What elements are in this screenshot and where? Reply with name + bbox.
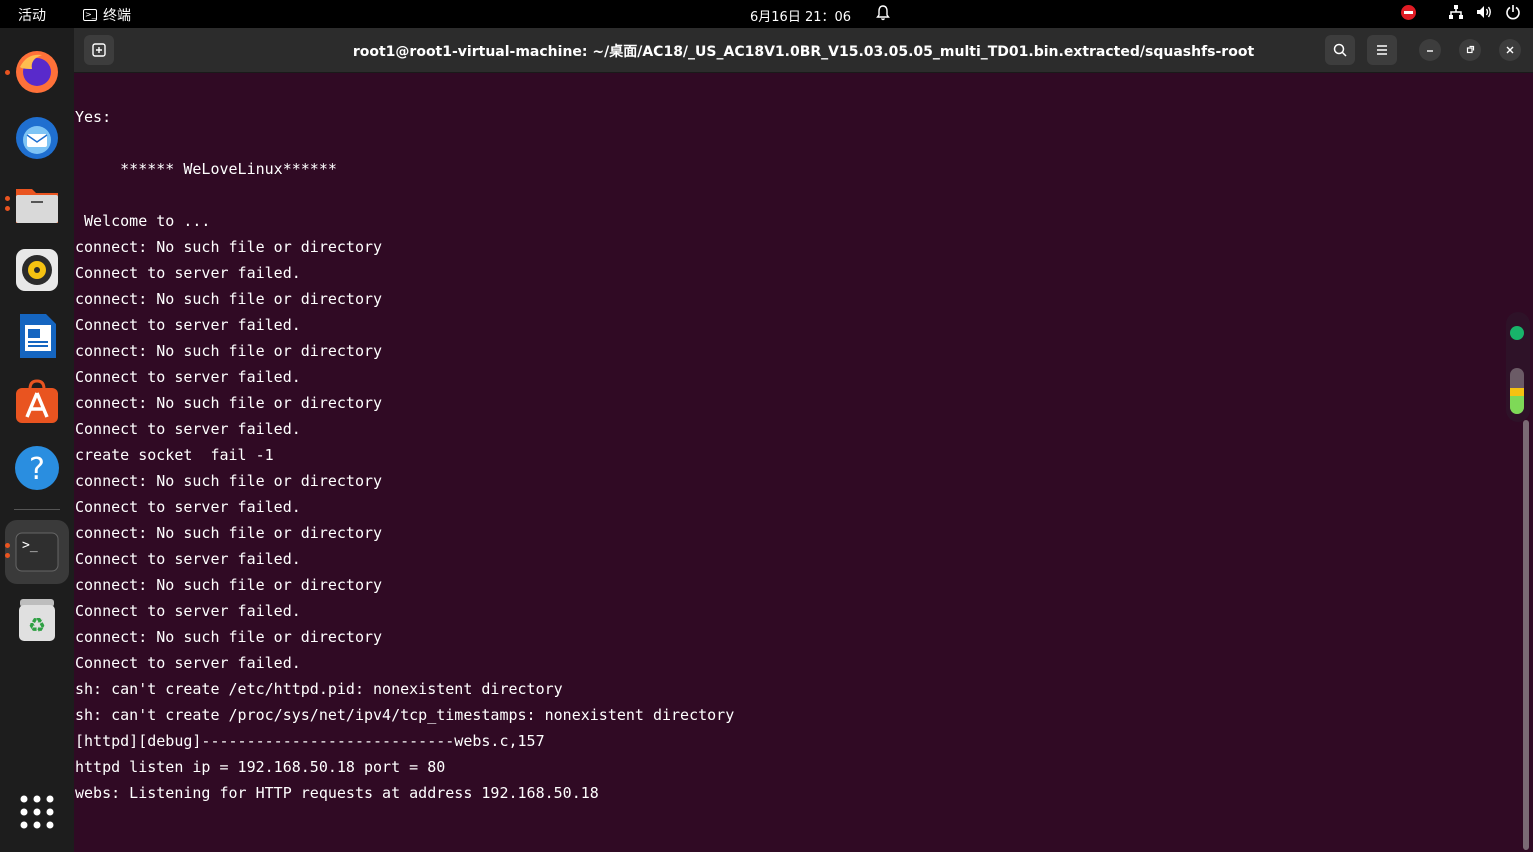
terminal-line: connect: No such file or directory — [75, 238, 383, 256]
search-button[interactable] — [1325, 35, 1355, 65]
app-menu-label: 终端 — [103, 8, 131, 24]
floating-indicator-widget[interactable] — [1506, 312, 1530, 422]
terminal-line: sh: can't create /proc/sys/net/ipv4/tcp_… — [75, 706, 735, 724]
maximize-button[interactable] — [1459, 39, 1481, 61]
running-indicator — [5, 206, 10, 211]
top-bar: 活动 >_ 终端 6月16日 21：06 — [0, 0, 1533, 28]
svg-text:>_: >_ — [22, 538, 38, 553]
window-header: root1@root1-virtual-machine: ~/桌面/AC18/_… — [74, 28, 1533, 73]
terminal-line: httpd listen ip = 192.168.50.18 port = 8… — [75, 758, 446, 776]
minimize-icon — [1427, 50, 1433, 52]
terminal-line: ****** WeLoveLinux****** — [75, 160, 337, 178]
power-icon — [1506, 5, 1520, 20]
search-icon — [1333, 43, 1347, 57]
help-icon[interactable]: ? — [12, 443, 62, 493]
terminal-line: Welcome to ... — [75, 212, 211, 230]
clock[interactable]: 6月16日 21：06 — [750, 6, 851, 25]
do-not-disturb-icon — [1401, 4, 1416, 20]
dock: ? >_ ♻ — [0, 28, 74, 852]
running-indicator — [5, 543, 10, 548]
terminal-line: connect: No such file or directory — [75, 290, 383, 308]
terminal-line: connect: No such file or directory — [75, 394, 383, 412]
trash-icon[interactable]: ♻ — [12, 595, 62, 645]
notification-bell-icon — [876, 5, 890, 21]
window-title: root1@root1-virtual-machine: ~/桌面/AC18/_… — [352, 44, 1255, 60]
terminal-line: Connect to server failed. — [75, 368, 301, 386]
svg-text:♻: ♻ — [28, 613, 46, 637]
terminal-line: connect: No such file or directory — [75, 472, 383, 490]
dock-separator — [14, 509, 60, 510]
firefox-icon[interactable] — [12, 47, 62, 97]
terminal-line: Connect to server failed. — [75, 602, 301, 620]
running-indicator — [5, 196, 10, 201]
restore-icon — [1466, 45, 1475, 54]
close-icon — [1506, 46, 1514, 54]
terminal-line: Yes: — [75, 108, 112, 126]
terminal-line: [httpd][debug]--------------------------… — [75, 732, 545, 750]
minimize-button[interactable] — [1419, 39, 1441, 61]
running-indicator — [5, 70, 10, 75]
close-button[interactable] — [1499, 39, 1521, 61]
terminal-line: Connect to server failed. — [75, 550, 301, 568]
terminal-line: Connect to server failed. — [75, 420, 301, 438]
terminal-line: Connect to server failed. — [75, 498, 301, 516]
thunderbird-icon[interactable] — [12, 113, 62, 163]
volume-icon — [1477, 6, 1491, 18]
activities-button[interactable]: 活动 — [18, 5, 46, 25]
terminal-line: connect: No such file or directory — [75, 342, 383, 360]
files-icon[interactable] — [12, 179, 62, 229]
terminal-output[interactable]: Yes: ****** WeLoveLinux****** Welcome to… — [74, 73, 1520, 852]
terminal-line: Connect to server failed. — [75, 264, 301, 282]
hamburger-menu-icon — [1377, 45, 1387, 55]
app-center-icon[interactable] — [12, 377, 62, 427]
terminal-line: connect: No such file or directory — [75, 576, 383, 594]
terminal-small-icon: >_ — [83, 9, 97, 21]
rhythmbox-icon[interactable] — [12, 245, 62, 295]
terminal-line: create socket fail -1 — [75, 446, 274, 464]
terminal-line: webs: Listening for HTTP requests at add… — [75, 784, 599, 802]
terminal-line: connect: No such file or directory — [75, 628, 383, 646]
libreoffice-writer-icon[interactable] — [12, 311, 62, 361]
network-icon — [1449, 5, 1463, 19]
terminal-scrollbar[interactable] — [1523, 420, 1529, 850]
app-grid-icon[interactable] — [12, 787, 62, 837]
terminal-line: Connect to server failed. — [75, 316, 301, 334]
menu-button[interactable] — [1367, 35, 1397, 65]
app-menu[interactable]: >_ 终端 — [83, 5, 131, 25]
terminal-line: sh: can't create /etc/httpd.pid: nonexis… — [75, 680, 563, 698]
system-tray[interactable] — [1401, 4, 1521, 20]
running-indicator — [5, 553, 10, 558]
terminal-line: Connect to server failed. — [75, 654, 301, 672]
terminal-icon[interactable]: >_ — [12, 527, 62, 577]
svg-text:?: ? — [29, 452, 45, 487]
terminal-line: connect: No such file or directory — [75, 524, 383, 542]
